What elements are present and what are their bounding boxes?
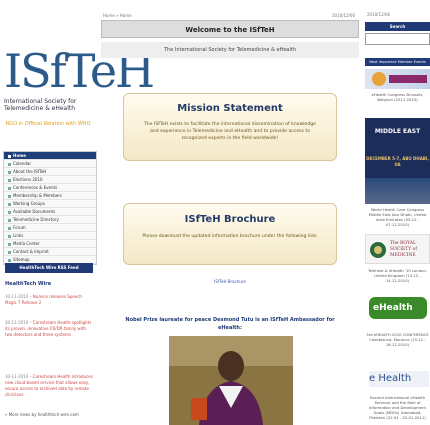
news-date: 30-11-2010	[5, 320, 29, 325]
menu-label: About the ISfTeH	[13, 169, 47, 174]
bullet-icon	[8, 242, 11, 246]
brochure-link[interactable]: ISfTeH Brochure	[101, 279, 359, 284]
news-item[interactable]: 30-11-2010 – Nuance releases Speech Magi…	[5, 294, 93, 306]
bullet-icon	[8, 258, 11, 262]
main-content: Home » Home 2010/12/06 Welcome to the IS…	[101, 0, 359, 425]
menu-label: Calendar	[13, 161, 31, 166]
bullet-icon	[8, 202, 11, 206]
more-news-link[interactable]: » More news by healthtech-wire.com	[5, 412, 79, 417]
event-text: World Health Care Congress Middle East A…	[368, 207, 427, 227]
banner-subtitle: DECEMBER 5-7, ABU DHABI, UA	[366, 156, 429, 167]
bullet-icon	[8, 162, 11, 166]
event-banner-ehealth-congress[interactable]	[365, 69, 430, 89]
society-subtitle: The International Society for Telemedici…	[101, 42, 359, 58]
menu-item[interactable]: Membership & Members	[4, 192, 96, 200]
mission-statement-panel: Mission Statement The ISfTeH exists to f…	[123, 93, 337, 161]
menu-item[interactable]: About the ISfTeH	[4, 168, 96, 176]
menu-label: Elections 2010	[13, 177, 43, 182]
menu-item[interactable]: Links	[4, 232, 96, 240]
menu-item[interactable]: Telemedicine Directory	[4, 216, 96, 224]
event-banner-middle-east[interactable]: MIDDLE EAST DECEMBER 5-7, ABU DHABI, UA	[365, 118, 430, 204]
menu-label: Telemedicine Directory	[13, 217, 59, 222]
menu-label: Forum	[13, 225, 26, 230]
event-banner-ehealth-seminar[interactable]: e Health	[365, 359, 430, 391]
events-header: Next Important Member Events	[365, 58, 430, 66]
brochure-panel: ISfTeH Brochure Please download the upda…	[123, 203, 337, 265]
menu-label: Sitemap	[13, 257, 30, 262]
bullet-icon	[8, 170, 11, 174]
menu-item[interactable]: Calendar	[4, 160, 96, 168]
banner-title: eHealth	[369, 297, 427, 319]
menu-label: Conferences & Events	[13, 185, 58, 190]
event-text: Second International eHealth Seminar and…	[368, 395, 427, 420]
logo-subtitle: International Society for Telemedicine &…	[4, 98, 77, 112]
bullet-icon	[8, 154, 11, 158]
left-sidebar: ISfTeH International Society for Telemed…	[0, 0, 155, 425]
menu-item[interactable]: Elections 2010	[4, 176, 96, 184]
menu-item[interactable]: Working Groups	[4, 200, 96, 208]
bullet-icon	[8, 186, 11, 190]
menu-item[interactable]: Media Center	[4, 240, 96, 248]
mission-title: Mission Statement	[177, 103, 283, 114]
menu-label: Membership & Members	[13, 193, 62, 198]
breadcrumb[interactable]: Home » Home	[103, 13, 132, 18]
main-menu: Home Calendar About the ISfTeH Elections 20…	[3, 151, 97, 265]
event-text: eHealth Congress Brussels, Belgium (2011…	[371, 92, 424, 102]
event-banner-royal-society[interactable]: The ROYAL SOCIETY of MEDICINE	[365, 234, 430, 264]
menu-item[interactable]: Home	[4, 152, 96, 160]
desmond-tutu-photo	[169, 336, 293, 425]
bullet-icon	[8, 226, 11, 230]
right-sidebar: 2010/12/06 Search Next Important Member …	[365, 0, 430, 425]
ngo-notice: NGO in Official Relation with WHO	[5, 121, 91, 127]
news-date: 30-11-2010	[5, 294, 29, 299]
menu-item[interactable]: Available Documents	[4, 208, 96, 216]
menu-label: Home	[13, 153, 26, 158]
search-header: Search	[365, 22, 430, 31]
brochure-text: Please download the updated information …	[142, 234, 318, 239]
page-title: Welcome to the ISfTeH	[101, 20, 359, 38]
current-date: 2010/12/06	[331, 13, 355, 18]
rss-feed-header: HealthTech Wire RSS Feed	[5, 263, 93, 273]
menu-label: Available Documents	[13, 209, 56, 214]
right-date: 2010/12/06	[367, 12, 391, 17]
bullet-icon	[8, 210, 11, 214]
banner-title: The ROYAL SOCIETY of MEDICINE	[390, 241, 418, 258]
menu-item[interactable]: Conferences & Events	[4, 184, 96, 192]
menu-item[interactable]: Contact & Imprint	[4, 248, 96, 256]
event-text: Teleheal & eHealth '10 London, United Ki…	[367, 268, 428, 283]
event-banner-ehealth-conference[interactable]: eHealth	[365, 291, 430, 327]
menu-label: Working Groups	[13, 201, 45, 206]
brochure-title: ISfTeH Brochure	[184, 214, 276, 225]
bullet-icon	[8, 178, 11, 182]
menu-label: Contact & Imprint	[13, 249, 49, 254]
news-date: 30-11-2010	[5, 374, 29, 379]
bullet-icon	[8, 250, 11, 254]
banner-title: MIDDLE EAST	[374, 128, 421, 135]
tutu-caption: Nobel Prize laureate for peace Desmond T…	[125, 317, 335, 331]
search-input[interactable]	[365, 33, 430, 45]
banner-title: e Health	[369, 371, 429, 387]
menu-item[interactable]: Forum	[4, 224, 96, 232]
bullet-icon	[8, 218, 11, 222]
mission-text: The ISfTeH exists to facilitate the inte…	[143, 122, 317, 141]
healthtech-wire-logo[interactable]: HealthTech Wire	[5, 281, 51, 287]
menu-label: Links	[13, 233, 24, 238]
bullet-icon	[8, 194, 11, 198]
news-item[interactable]: 30-11-2010 – Carestream Health introduce…	[5, 374, 93, 398]
news-item[interactable]: 30-11-2010 – Carestream Health spotlight…	[5, 320, 93, 338]
event-text: 3rd eHEALTH 2010 CONFERENCE Casablanca, …	[366, 332, 429, 347]
bullet-icon	[8, 234, 11, 238]
menu-label: Media Center	[13, 241, 40, 246]
